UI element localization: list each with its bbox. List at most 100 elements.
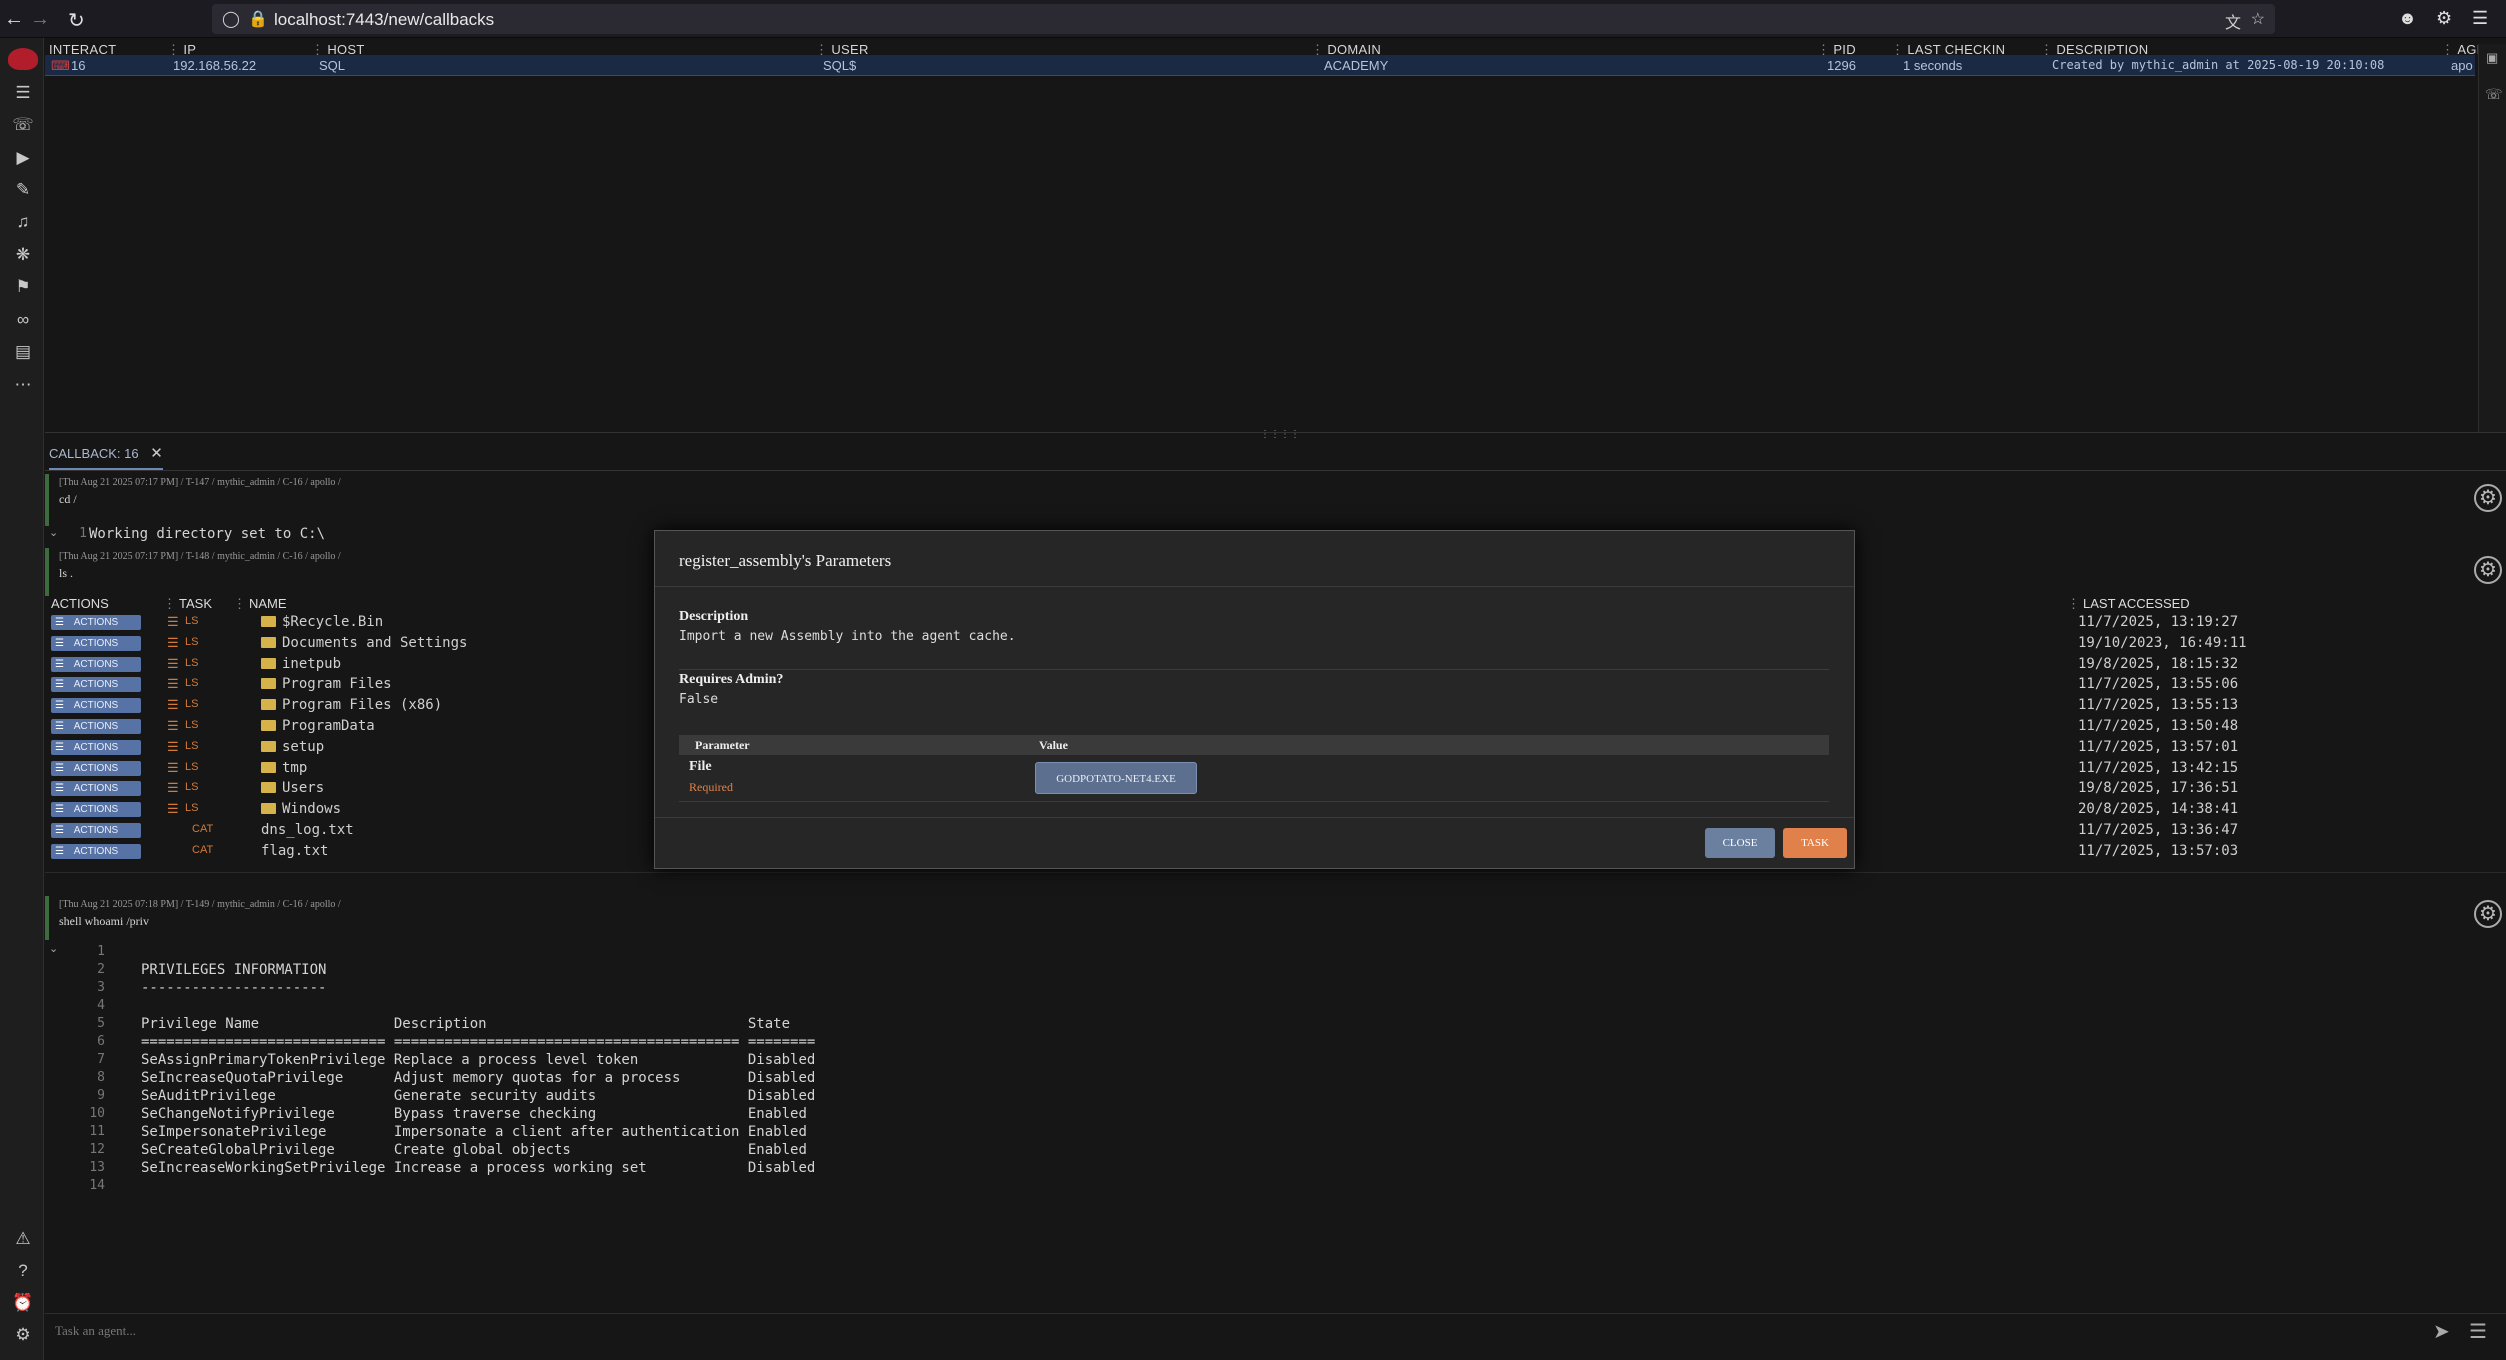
phone-callbacks-icon[interactable]: ☏	[11, 113, 35, 137]
task-type[interactable]: LS	[185, 615, 198, 627]
task-type[interactable]: CAT	[192, 823, 213, 835]
task-type[interactable]: LS	[185, 802, 198, 814]
bookmark-star-icon[interactable]: ☆	[2251, 9, 2265, 29]
link-icon[interactable]: ∞	[11, 308, 35, 332]
shield-icon[interactable]: ◯	[222, 9, 240, 29]
file-name[interactable]: Users	[261, 780, 324, 796]
param-name: File	[689, 759, 712, 774]
forward-icon[interactable]: →	[30, 8, 50, 31]
headphones-icon[interactable]: ♫	[11, 210, 35, 234]
file-name[interactable]: setup	[261, 739, 324, 755]
feedback-icon[interactable]: ⚠	[11, 1227, 35, 1251]
close-tab-icon[interactable]: ✕	[150, 445, 163, 462]
line-number: 2	[97, 962, 105, 977]
file-select-button[interactable]: GODPOTATO-NET4.EXE	[1035, 762, 1197, 794]
callback-row[interactable]: ⌨ 16 192.168.56.22 SQL SQL$ ACADEMY 1296…	[45, 55, 2475, 76]
list-icon[interactable]: ☰	[167, 635, 179, 651]
back-icon[interactable]: ←	[4, 8, 24, 31]
actions-button[interactable]: ☰ ACTIONS	[51, 802, 141, 818]
phone-icon[interactable]: ☏	[2485, 86, 2503, 103]
list-icon[interactable]: ☰	[167, 780, 179, 796]
close-button[interactable]: CLOSE	[1705, 828, 1775, 858]
task-input[interactable]: Task an agent...	[55, 1323, 136, 1339]
col-name[interactable]: ⋮ NAME	[233, 596, 287, 611]
task-block[interactable]: [Thu Aug 21 2025 07:18 PM] / T-149 / myt…	[45, 896, 2506, 940]
task-type[interactable]: LS	[185, 677, 198, 689]
callback-id[interactable]: 16	[71, 58, 85, 73]
bug-icon[interactable]: ❋	[11, 243, 35, 267]
list-icon[interactable]: ☰	[167, 739, 179, 755]
mythic-logo-icon[interactable]	[8, 48, 38, 70]
actions-button[interactable]: ☰ ACTIONS	[51, 615, 141, 630]
send-icon[interactable]: ➤	[2433, 1319, 2450, 1344]
flag-icon[interactable]: ⚑	[11, 275, 35, 299]
files-icon[interactable]: ▤	[11, 340, 35, 364]
reload-icon[interactable]: ↻	[68, 8, 85, 33]
keyboard-icon[interactable]: ⌨	[51, 58, 70, 74]
help-icon[interactable]: ?	[11, 1259, 35, 1283]
task-type[interactable]: LS	[185, 781, 198, 793]
task-type[interactable]: LS	[185, 698, 198, 710]
tune-icon[interactable]: ☰	[2469, 1319, 2487, 1344]
task-type[interactable]: CAT	[192, 844, 213, 856]
list-icon[interactable]: ☰	[167, 697, 179, 713]
more-icon[interactable]: ⋯	[11, 373, 35, 397]
hamburger-menu-icon[interactable]: ☰	[11, 81, 35, 105]
pencil-icon[interactable]: ✎	[11, 178, 35, 202]
actions-button[interactable]: ☰ ACTIONS	[51, 719, 141, 734]
col-task[interactable]: ⋮ TASK	[163, 596, 212, 611]
user-settings-icon[interactable]: ⚙	[11, 1323, 35, 1347]
gear-icon[interactable]: ⚙	[2474, 900, 2502, 928]
actions-button[interactable]: ☰ ACTIONS	[51, 843, 141, 859]
task-button[interactable]: TASK	[1783, 828, 1847, 858]
actions-button[interactable]: ☰ ACTIONS	[51, 698, 141, 714]
actions-button[interactable]: ☰ ACTIONS	[51, 760, 141, 776]
account-icon[interactable]: ☻	[2398, 8, 2417, 29]
task-type[interactable]: LS	[185, 719, 198, 731]
url-text[interactable]: localhost:7443/new/callbacks	[274, 10, 494, 30]
task-type[interactable]: LS	[185, 761, 198, 773]
file-name[interactable]: tmp	[261, 760, 307, 776]
extensions-icon[interactable]: ⚙	[2436, 8, 2452, 29]
task-block[interactable]: [Thu Aug 21 2025 07:17 PM] / T-147 / myt…	[45, 474, 2506, 526]
task-input-bar: Task an agent... ➤ ☰	[45, 1313, 2506, 1347]
play-circle-icon[interactable]: ▶	[11, 146, 35, 170]
menu-icon[interactable]: ☰	[2472, 8, 2488, 29]
list-icon[interactable]: ☰	[167, 718, 179, 734]
file-name[interactable]: dns_log.txt	[261, 822, 354, 838]
file-name[interactable]: flag.txt	[261, 843, 328, 859]
file-name[interactable]: $Recycle.Bin	[261, 614, 383, 630]
task-command: shell whoami /priv	[59, 914, 149, 928]
file-name[interactable]: Program Files (x86)	[261, 697, 442, 713]
actions-button[interactable]: ☰ ACTIONS	[51, 635, 141, 651]
task-type[interactable]: LS	[185, 636, 198, 648]
actions-button[interactable]: ☰ ACTIONS	[51, 823, 141, 838]
list-icon[interactable]: ☰	[167, 801, 179, 817]
actions-button[interactable]: ☰ ACTIONS	[51, 677, 141, 693]
actions-button[interactable]: ☰ ACTIONS	[51, 739, 141, 755]
panel-icon[interactable]: ▣	[2486, 50, 2498, 66]
task-type[interactable]: LS	[185, 740, 198, 752]
translate-icon[interactable]: 文	[2225, 9, 2241, 33]
actions-button[interactable]: ☰ ACTIONS	[51, 781, 141, 797]
lock-icon[interactable]: 🔒	[248, 9, 268, 29]
list-icon[interactable]: ☰	[167, 614, 179, 630]
list-icon[interactable]: ☰	[167, 676, 179, 692]
file-name[interactable]: inetpub	[261, 656, 341, 672]
gear-icon[interactable]: ⚙	[2474, 484, 2502, 512]
file-name[interactable]: ProgramData	[261, 718, 375, 734]
address-bar[interactable]: ◯ 🔒 localhost:7443/new/callbacks 文 ☆	[212, 4, 2275, 34]
actions-button[interactable]: ☰ ACTIONS	[51, 656, 141, 672]
col-last-accessed[interactable]: ⋮ LAST ACCESSED	[2067, 596, 2190, 611]
file-name[interactable]: Windows	[261, 801, 341, 817]
file-name[interactable]: Documents and Settings	[261, 635, 467, 651]
alarm-icon[interactable]: ⏰	[11, 1291, 35, 1315]
file-name[interactable]: Program Files	[261, 676, 392, 692]
list-icon[interactable]: ☰	[167, 760, 179, 776]
col-actions[interactable]: ACTIONS	[51, 596, 109, 611]
task-type[interactable]: LS	[185, 657, 198, 669]
list-icon[interactable]: ☰	[167, 656, 179, 672]
chevron-down-icon[interactable]: ⌄	[49, 942, 58, 955]
gear-icon[interactable]: ⚙	[2474, 556, 2502, 584]
tab-callback-16[interactable]: CALLBACK: 16 ✕	[49, 444, 163, 470]
